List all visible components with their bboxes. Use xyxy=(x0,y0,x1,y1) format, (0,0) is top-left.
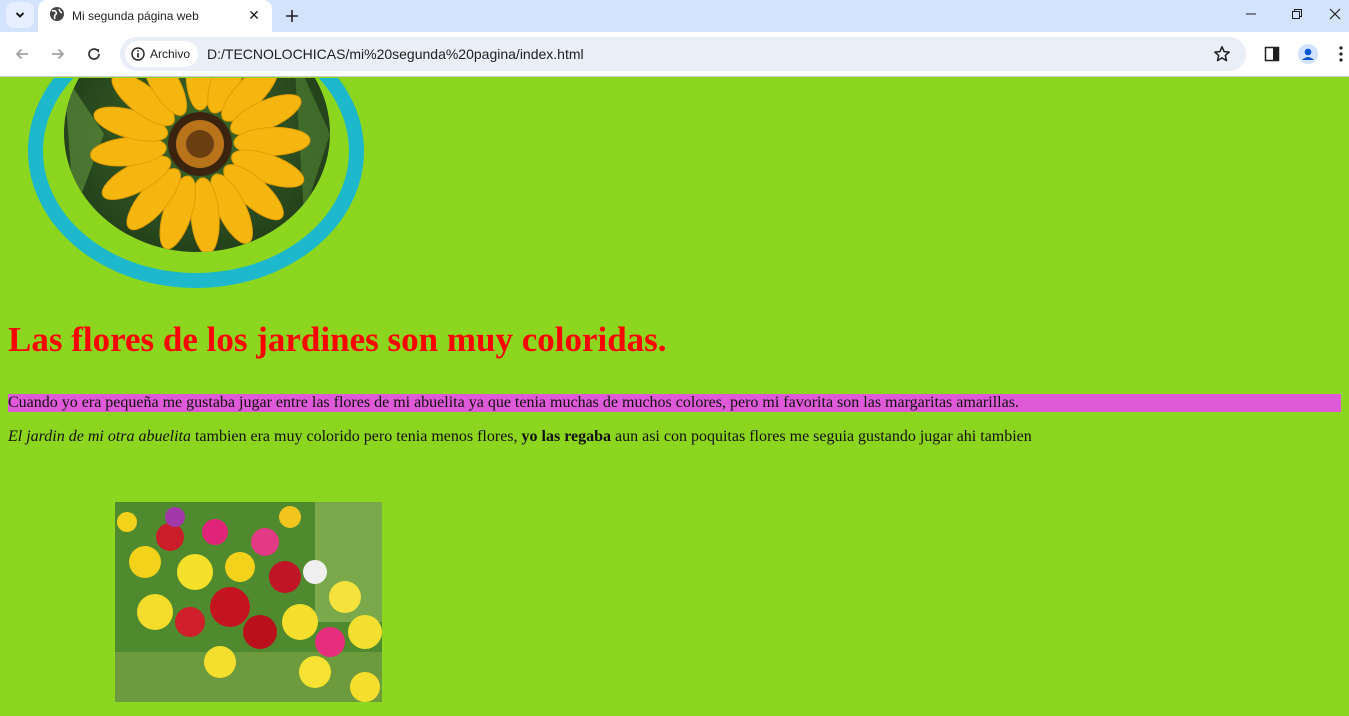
page-viewport: Las flores de los jardines son muy color… xyxy=(0,78,1349,716)
page-heading: Las flores de los jardines son muy color… xyxy=(8,320,667,359)
chevron-down-icon xyxy=(15,12,25,18)
back-button[interactable] xyxy=(7,40,37,68)
arrow-right-icon xyxy=(52,48,65,60)
paragraph-text-1: tambien era muy colorido pero tenia meno… xyxy=(190,428,522,445)
globe-icon xyxy=(50,7,64,21)
minimize-icon xyxy=(1246,13,1256,15)
paragraph-italic-text: El jardin de mi otra abuelita xyxy=(8,428,191,445)
close-icon xyxy=(1329,8,1340,20)
paragraph-other-garden: El jardin de mi otra abuelita tambien er… xyxy=(8,428,1032,446)
reload-icon xyxy=(88,48,100,60)
tab-title: Mi segunda página web xyxy=(72,9,199,23)
close-window-button[interactable] xyxy=(1320,0,1349,28)
profile-avatar-icon xyxy=(1298,44,1318,64)
address-bar[interactable]: Archivo D:/TECNOLOCHICAS/mi%20segunda%20… xyxy=(120,37,1246,71)
paragraph-text-2: aun asi con poquitas flores me seguia gu… xyxy=(611,428,1032,445)
restore-icon xyxy=(1292,9,1302,19)
plus-icon xyxy=(286,10,298,22)
arrow-left-icon xyxy=(15,48,28,60)
more-vert-icon xyxy=(1338,46,1343,62)
tab-strip: Mi segunda página web ✕ xyxy=(0,0,1349,32)
restore-button[interactable] xyxy=(1275,0,1319,28)
flower-garden-image xyxy=(115,502,382,702)
paragraph-bold-text: yo las regaba xyxy=(521,428,611,445)
site-info-chip[interactable]: Archivo xyxy=(125,41,199,67)
tab-search-button[interactable] xyxy=(6,2,34,28)
reload-button[interactable] xyxy=(79,40,109,68)
side-panel-button[interactable] xyxy=(1260,42,1284,66)
new-tab-button[interactable] xyxy=(279,3,305,29)
star-icon xyxy=(1214,46,1230,62)
info-icon xyxy=(131,47,145,61)
bookmark-star-button[interactable] xyxy=(1210,43,1234,65)
close-tab-icon[interactable]: ✕ xyxy=(244,5,264,25)
side-panel-icon xyxy=(1264,46,1280,62)
minimize-button[interactable] xyxy=(1229,0,1273,28)
profile-button[interactable] xyxy=(1296,42,1320,66)
browser-toolbar: Archivo D:/TECNOLOCHICAS/mi%20segunda%20… xyxy=(0,32,1349,77)
site-info-label: Archivo xyxy=(150,47,191,61)
yellow-flower-image xyxy=(64,78,330,252)
active-tab[interactable]: Mi segunda página web ✕ xyxy=(38,0,272,32)
url-text[interactable]: D:/TECNOLOCHICAS/mi%20segunda%20pagina/i… xyxy=(207,46,584,62)
menu-button[interactable] xyxy=(1332,42,1349,66)
forward-button[interactable] xyxy=(43,40,73,68)
paragraph-childhood: Cuando yo era pequeña me gustaba jugar e… xyxy=(8,394,1341,412)
